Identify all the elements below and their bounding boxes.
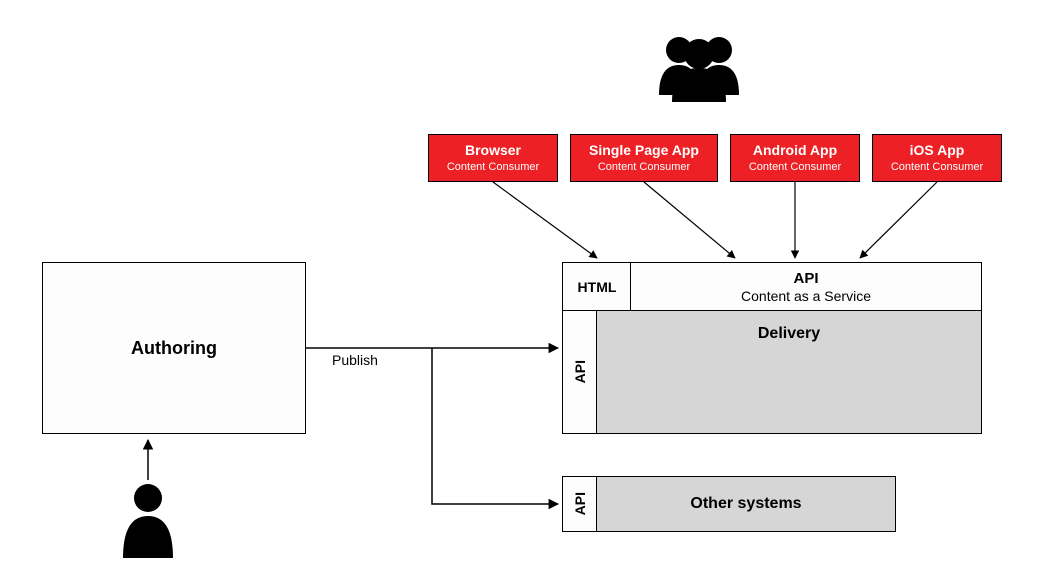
api-caas-title: API (793, 270, 818, 287)
authoring-label: Authoring (131, 338, 217, 359)
diagram-stage: Browser Content Consumer Single Page App… (0, 0, 1056, 588)
consumer-title: Android App (753, 142, 837, 159)
api-caas-box: API Content as a Service (630, 262, 982, 312)
publish-label: Publish (332, 352, 378, 368)
consumer-box-ios: iOS App Content Consumer (872, 134, 1002, 182)
consumer-box-browser: Browser Content Consumer (428, 134, 558, 182)
html-box: HTML (562, 262, 632, 312)
api-side-box-delivery: API (562, 310, 598, 434)
people-group-icon (644, 30, 754, 105)
consumer-subtitle: Content Consumer (891, 161, 983, 174)
arrow-browser-to-html (493, 182, 597, 258)
api-caas-subtitle: Content as a Service (741, 288, 871, 304)
author-person-icon (118, 480, 178, 560)
consumer-title: iOS App (910, 142, 965, 159)
other-systems-label: Other systems (690, 495, 801, 513)
consumer-title: Single Page App (589, 142, 699, 159)
consumer-subtitle: Content Consumer (447, 161, 539, 174)
delivery-label: Delivery (758, 325, 820, 343)
consumer-subtitle: Content Consumer (749, 161, 841, 174)
consumer-box-spa: Single Page App Content Consumer (570, 134, 718, 182)
consumer-title: Browser (465, 142, 521, 159)
api-side-label-other: API (572, 492, 588, 515)
authoring-box: Authoring (42, 262, 306, 434)
consumer-box-android: Android App Content Consumer (730, 134, 860, 182)
arrow-spa-to-api (644, 182, 735, 258)
api-side-label: API (572, 360, 588, 383)
html-label: HTML (578, 279, 617, 295)
api-side-box-other: API (562, 476, 598, 532)
arrow-publish-to-other (432, 348, 558, 504)
delivery-box: Delivery (596, 310, 982, 434)
other-systems-box: Other systems (596, 476, 896, 532)
consumer-subtitle: Content Consumer (598, 161, 690, 174)
arrow-ios-to-api (860, 182, 937, 258)
